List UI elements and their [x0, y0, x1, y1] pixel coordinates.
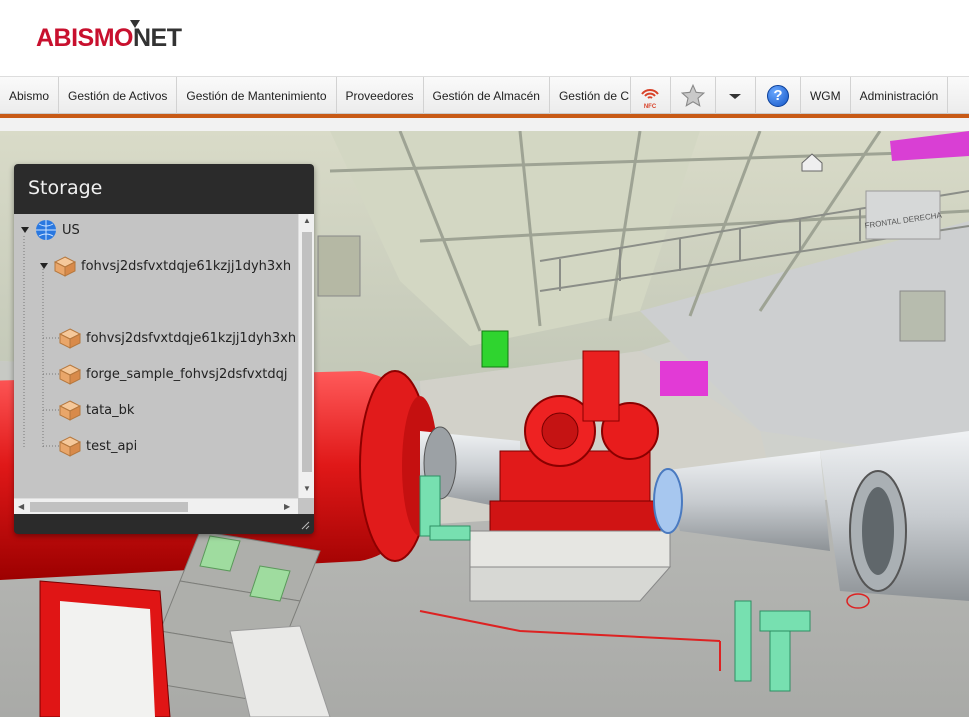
logo[interactable]: ABISMONET: [36, 20, 182, 53]
nav-item-wgm[interactable]: WGM: [801, 77, 851, 114]
logo-text-net: NET: [133, 24, 182, 52]
tree-node-label: fohvsj2dsfvxtdqje61kzjj1dyh3xh: [81, 258, 292, 274]
main-navbar: Abismo Gestión de Activos Gestión de Man…: [0, 76, 969, 114]
nfc-button[interactable]: NFC: [631, 77, 671, 114]
globe-icon: [36, 220, 56, 240]
storage-panel: Storage US fohvsj2dsfvxtdqje61kzjj1dyh3x…: [14, 164, 314, 534]
bucket-box-icon: [59, 400, 81, 421]
tree-node-bucket[interactable]: tata_bk: [59, 398, 134, 422]
help-button[interactable]: ?: [756, 77, 801, 114]
logo-text-abismo: ABISMO: [36, 24, 134, 52]
nav-item-gestion-activos[interactable]: Gestión de Activos: [59, 77, 178, 114]
logo-bar: ABISMONET: [0, 0, 969, 76]
resize-grip-icon[interactable]: [301, 521, 310, 530]
expand-triangle-icon[interactable]: [21, 227, 29, 233]
bucket-box-icon: [59, 436, 81, 457]
scroll-right-icon[interactable]: ▶: [284, 502, 290, 511]
nav-item-gestion-almacen[interactable]: Gestión de Almacén: [424, 77, 550, 114]
app-root: ABISMONET Abismo Gestión de Activos Gest…: [0, 0, 969, 717]
bucket-box-icon: [59, 364, 81, 385]
scrollbar-thumb[interactable]: [302, 232, 312, 472]
favorites-button[interactable]: [671, 77, 716, 114]
nav-item-proveedores[interactable]: Proveedores: [337, 77, 424, 114]
tree-node-label: tata_bk: [86, 402, 135, 418]
tree-node-label: test_api: [86, 438, 138, 454]
tree-node-bucket[interactable]: fohvsj2dsfvxtdqje61kzjj1dyh3xh: [40, 254, 291, 278]
tree-node-bucket[interactable]: forge_sample_fohvsj2dsfvxtdqj: [59, 362, 287, 386]
logo-tick-icon: [130, 20, 140, 28]
nfc-icon: NFC: [641, 88, 660, 110]
bucket-box-icon: [59, 328, 81, 349]
storage-panel-title: Storage: [28, 177, 103, 199]
nav-item-gestion-mantenimiento[interactable]: Gestión de Mantenimiento: [177, 77, 337, 114]
bucket-box-icon: [54, 256, 76, 277]
tree-node-bucket[interactable]: fohvsj2dsfvxtdqje61kzjj1dyh3xh: [59, 326, 296, 350]
collapse-icon[interactable]: [944, 131, 958, 132]
tree-node-label: fohvsj2dsfvxtdqje61kzjj1dyh3xh: [86, 330, 297, 346]
help-icon: ?: [766, 84, 789, 107]
scrollbar-thumb[interactable]: [30, 502, 188, 512]
nav-item-gestion-c[interactable]: Gestión de C: [550, 77, 631, 114]
scroll-left-icon[interactable]: ◀: [18, 502, 24, 511]
tree-node-bucket[interactable]: test_api: [59, 434, 137, 458]
tree-node-label: forge_sample_fohvsj2dsfvxtdqj: [86, 366, 288, 382]
nav-item-administracion[interactable]: Administración: [851, 77, 949, 114]
tree-vertical-scrollbar[interactable]: ▲ ▼: [298, 214, 314, 498]
viewer-top-strip: [0, 118, 969, 131]
nfc-label: NFC: [644, 104, 657, 110]
storage-tree: US fohvsj2dsfvxtdqje61kzjj1dyh3xh fohvsj…: [14, 214, 314, 514]
expand-triangle-icon[interactable]: [40, 263, 48, 269]
nav-item-abismo[interactable]: Abismo: [0, 77, 60, 114]
more-dropdown-button[interactable]: [716, 77, 756, 114]
scroll-down-icon[interactable]: ▼: [303, 484, 311, 493]
tree-node-label: US: [62, 222, 80, 238]
star-icon: [680, 83, 706, 107]
tree-node-root[interactable]: US: [21, 218, 80, 242]
tree-horizontal-scrollbar[interactable]: ◀ ▶: [14, 498, 298, 514]
chevron-down-icon: [729, 93, 742, 99]
scroll-up-icon[interactable]: ▲: [303, 216, 311, 225]
